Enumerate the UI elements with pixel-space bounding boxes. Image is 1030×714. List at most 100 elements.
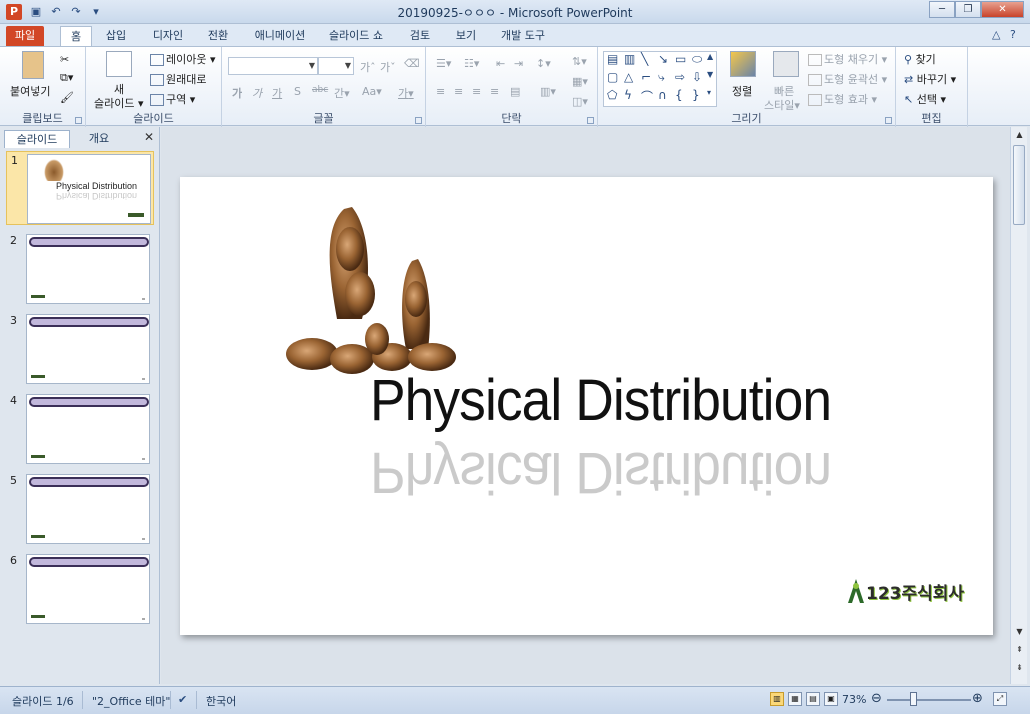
font-name-combo[interactable]: ▼ bbox=[228, 57, 318, 75]
fit-to-window-icon[interactable]: ⤢ bbox=[993, 692, 1007, 706]
layout-button[interactable]: 레이아웃 ▾ bbox=[150, 51, 216, 67]
numbering-icon[interactable]: ☷▾ bbox=[464, 57, 479, 70]
align-text-icon[interactable]: ▦▾ bbox=[572, 75, 588, 88]
theme-name[interactable]: "2_Office 테마" bbox=[92, 693, 170, 709]
arrange-icon[interactable] bbox=[730, 51, 756, 77]
char-spacing-button[interactable]: 간▾ bbox=[334, 85, 350, 101]
shapes-scroll-down-icon[interactable]: ▼ bbox=[707, 70, 713, 79]
oval-shape-icon[interactable]: ⬭ bbox=[692, 52, 702, 67]
tab-transitions[interactable]: 전환 bbox=[200, 26, 236, 46]
line-shape-icon[interactable]: ╲ bbox=[641, 52, 648, 66]
slide-thumbnail-1[interactable]: 1 Physical Distribution Physical Distrib… bbox=[6, 151, 154, 225]
tab-slideshow[interactable]: 슬라이드 쇼 bbox=[324, 26, 388, 46]
smartart-icon[interactable]: ◫▾ bbox=[572, 95, 588, 108]
maximize-button[interactable]: ❐ bbox=[955, 1, 981, 18]
arc-shape-icon[interactable]: ⌒ bbox=[641, 88, 653, 105]
shapes-gallery[interactable]: ▤ ▥ ╲ ↘ ▭ ⬭ ▢ △ ⌐ ⤷ ⇨ ⇩ ⬠ ϟ ⌒ ∩ { } ▲ ▼ … bbox=[603, 51, 717, 107]
copy-icon[interactable]: ⧉▾ bbox=[60, 71, 73, 85]
collapse-ribbon-icon[interactable]: △ bbox=[992, 28, 1000, 41]
zoom-slider-thumb[interactable] bbox=[910, 692, 917, 706]
down-arrow-shape-icon[interactable]: ⇩ bbox=[692, 70, 702, 84]
tab-review[interactable]: 검토 bbox=[402, 26, 438, 46]
find-button[interactable]: ⚲ 찾기 bbox=[904, 51, 936, 67]
bold-button[interactable]: 가 bbox=[232, 85, 242, 101]
tab-developer[interactable]: 개발 도구 bbox=[494, 26, 552, 46]
right-arrow-shape-icon[interactable]: ⇨ bbox=[675, 70, 685, 84]
font-size-combo[interactable]: ▼ bbox=[318, 57, 354, 75]
spellcheck-icon[interactable]: ✔ bbox=[178, 693, 187, 706]
section-button[interactable]: 구역 ▾ bbox=[150, 91, 195, 107]
slide-thumbnail-5[interactable]: 5 bbox=[6, 472, 154, 546]
rounded-rect-shape-icon[interactable]: ▢ bbox=[607, 70, 618, 84]
slide-sorter-icon[interactable]: ▦ bbox=[788, 692, 802, 706]
tab-slides-panel[interactable]: 슬라이드 bbox=[4, 130, 70, 148]
select-button[interactable]: ↖ 선택 ▾ bbox=[904, 91, 946, 107]
vertical-scrollbar[interactable]: ▲ ▼ ⇞ ⇟ bbox=[1010, 127, 1027, 684]
slide-title[interactable]: Physical Distribution bbox=[370, 367, 832, 434]
line-spacing-icon[interactable]: ↕▾ bbox=[536, 57, 551, 70]
normal-view-icon[interactable]: ▥ bbox=[770, 692, 784, 706]
tab-file[interactable]: 파일 bbox=[6, 26, 44, 46]
scroll-down-icon[interactable]: ▼ bbox=[1011, 627, 1028, 636]
change-case-button[interactable]: Aa▾ bbox=[362, 85, 382, 98]
new-slide-icon[interactable] bbox=[106, 51, 132, 77]
shapes-more-icon[interactable]: ▾ bbox=[707, 88, 711, 97]
company-logo[interactable]: 123주식회사 bbox=[846, 573, 964, 609]
slide-thumbnail-3[interactable]: 3 bbox=[6, 312, 154, 386]
curve-shape-icon[interactable]: ∩ bbox=[658, 88, 667, 102]
zoom-level[interactable]: 73% bbox=[842, 693, 866, 706]
lightning-shape-icon[interactable]: ϟ bbox=[624, 88, 632, 102]
previous-slide-icon[interactable]: ⇞ bbox=[1011, 645, 1028, 654]
paragraph-launcher[interactable] bbox=[587, 117, 594, 124]
cut-icon[interactable]: ✂ bbox=[60, 53, 69, 66]
paste-icon[interactable] bbox=[22, 51, 44, 79]
align-right-icon[interactable]: ≡ bbox=[472, 85, 481, 98]
distribute-icon[interactable]: ▤ bbox=[510, 85, 520, 98]
arrow-line-shape-icon[interactable]: ↘ bbox=[658, 52, 668, 66]
zoom-slider-track[interactable] bbox=[887, 699, 971, 701]
tab-insert[interactable]: 삽입 bbox=[98, 26, 134, 46]
grow-font-button[interactable]: 가ˆ bbox=[360, 59, 376, 75]
tab-design[interactable]: 디자인 bbox=[146, 26, 190, 46]
slide-thumbnail-2[interactable]: 2 bbox=[6, 232, 154, 306]
reading-view-icon[interactable]: ▤ bbox=[806, 692, 820, 706]
scroll-up-icon[interactable]: ▲ bbox=[1011, 130, 1028, 139]
zoom-out-icon[interactable]: ⊖ bbox=[871, 691, 882, 706]
next-slide-icon[interactable]: ⇟ bbox=[1011, 663, 1028, 672]
tab-view[interactable]: 보기 bbox=[448, 26, 484, 46]
shapes-scroll-up-icon[interactable]: ▲ bbox=[707, 52, 713, 61]
left-brace-icon[interactable]: { bbox=[675, 88, 683, 102]
italic-button[interactable]: 가 bbox=[252, 85, 262, 101]
strikethrough-button[interactable]: abc bbox=[312, 85, 328, 95]
decrease-indent-icon[interactable]: ⇤ bbox=[496, 57, 505, 70]
new-slide-button[interactable]: 슬라이드 ▾ bbox=[94, 95, 144, 111]
shadow-button[interactable]: S bbox=[294, 85, 301, 98]
drawing-launcher[interactable] bbox=[885, 117, 892, 124]
reset-button[interactable]: 원래대로 bbox=[150, 71, 206, 87]
current-slide[interactable]: Physical Distribution Physical Distribut… bbox=[180, 177, 993, 635]
close-panel-icon[interactable]: ✕ bbox=[144, 130, 154, 144]
increase-indent-icon[interactable]: ⇥ bbox=[514, 57, 523, 70]
zoom-in-icon[interactable]: ⊕ bbox=[972, 691, 983, 706]
slide-thumbnail-4[interactable]: 4 bbox=[6, 392, 154, 466]
vtextbox-shape-icon[interactable]: ▥ bbox=[624, 52, 635, 66]
replace-button[interactable]: ⇄ 바꾸기 ▾ bbox=[904, 71, 956, 87]
bullets-icon[interactable]: ☰▾ bbox=[436, 57, 451, 70]
elbow-connector-icon[interactable]: ⌐ bbox=[641, 70, 651, 84]
clipboard-launcher[interactable] bbox=[75, 117, 82, 124]
coffee-beans-image[interactable] bbox=[282, 199, 467, 379]
shrink-font-button[interactable]: 가ˇ bbox=[380, 59, 396, 75]
format-painter-icon[interactable]: 🖌 bbox=[60, 91, 74, 104]
minimize-button[interactable]: ─ bbox=[929, 1, 955, 18]
font-launcher[interactable] bbox=[415, 117, 422, 124]
slide-thumbnail-6[interactable]: 6 bbox=[6, 552, 154, 626]
align-left-icon[interactable]: ≡ bbox=[436, 85, 445, 98]
shape-effects-button[interactable]: 도형 효과 ▾ bbox=[808, 91, 877, 107]
quick-styles-icon[interactable] bbox=[773, 51, 799, 77]
justify-icon[interactable]: ≡ bbox=[490, 85, 499, 98]
textbox-shape-icon[interactable]: ▤ bbox=[607, 52, 618, 66]
shape-outline-button[interactable]: 도형 윤곽선 ▾ bbox=[808, 71, 887, 87]
language-indicator[interactable]: 한국어 bbox=[206, 693, 236, 709]
freeform-shape-icon[interactable]: ⬠ bbox=[607, 88, 617, 102]
underline-button[interactable]: 가 bbox=[272, 85, 282, 101]
